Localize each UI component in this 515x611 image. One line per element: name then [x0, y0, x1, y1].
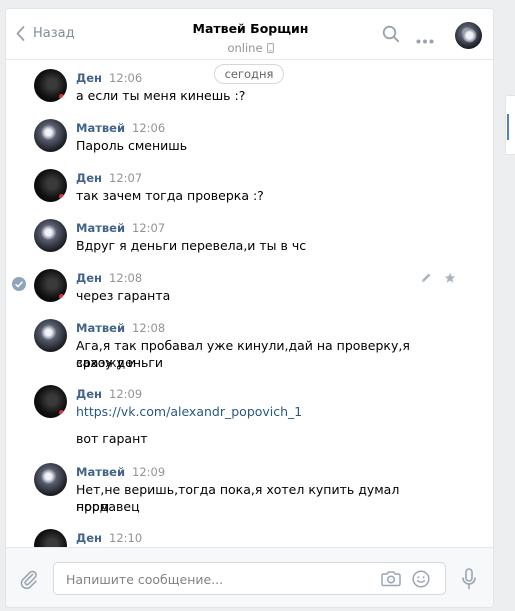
message-input[interactable]: [66, 570, 366, 588]
chat-panel: Назад Матвей Борщин online сегодня Ден 1…: [5, 8, 494, 608]
message-time[interactable]: 12:10: [109, 531, 142, 545]
message-time[interactable]: 12:08: [109, 271, 142, 285]
message-time[interactable]: 12:09: [132, 465, 165, 479]
right-card-edge: [505, 95, 515, 155]
message-text: Вдруг я деньги перевела,и ты в чс: [76, 238, 307, 253]
avatar[interactable]: [34, 219, 67, 252]
author-name[interactable]: Ден: [76, 271, 102, 285]
composer: [6, 547, 493, 607]
author-name[interactable]: Ден: [76, 171, 102, 185]
message-meta: Матвей 12:07: [76, 221, 165, 235]
paperclip-icon: [20, 570, 37, 590]
back-button[interactable]: Назад: [16, 26, 75, 41]
search-button[interactable]: [382, 25, 400, 46]
message-meta: Ден 12:06: [76, 71, 142, 85]
smile-icon: [412, 570, 430, 588]
message-text: через гаранта: [76, 288, 171, 303]
author-name[interactable]: Ден: [76, 71, 102, 85]
star-icon[interactable]: [444, 272, 456, 284]
avatar[interactable]: [34, 119, 67, 152]
author-name[interactable]: Матвей: [76, 321, 125, 335]
emoji-button[interactable]: [412, 570, 430, 591]
avatar[interactable]: [34, 69, 67, 102]
message-meta: Матвей 12:08: [76, 321, 165, 335]
attach-button[interactable]: [20, 569, 38, 592]
message-meta: Ден 12:07: [76, 171, 142, 185]
avatar[interactable]: [34, 463, 67, 496]
message-link[interactable]: https://vk.com/alexandr_popovich_1: [76, 403, 416, 420]
peer-avatar[interactable]: [455, 22, 482, 49]
message-actions: [420, 272, 456, 284]
camera-icon: [381, 571, 401, 587]
message-meta: Ден 12:08: [76, 271, 142, 285]
pencil-icon[interactable]: [420, 272, 432, 284]
microphone-icon: [462, 568, 476, 590]
message-meta: Матвей 12:06: [76, 121, 165, 135]
message-meta: Матвей 12:09: [76, 465, 165, 479]
voice-message-button[interactable]: [461, 568, 477, 593]
avatar[interactable]: [34, 319, 67, 352]
message-time[interactable]: 12:07: [132, 221, 165, 235]
author-name[interactable]: Матвей: [76, 465, 125, 479]
message-input-box[interactable]: [53, 562, 446, 595]
status-text: online: [227, 41, 263, 55]
message-text: так зачем тогда проверка :?: [76, 188, 264, 203]
chat-header: Назад Матвей Борщин online: [6, 9, 493, 60]
message-meta: Ден 12:09: [76, 387, 142, 401]
author-name[interactable]: Матвей: [76, 221, 125, 235]
message-time[interactable]: 12:09: [109, 387, 142, 401]
chevron-left-icon: [16, 26, 25, 41]
more-button[interactable]: [416, 32, 434, 47]
back-label: Назад: [33, 26, 75, 41]
peer-status: online: [227, 41, 274, 55]
avatar[interactable]: [34, 269, 67, 302]
message-text: сразу деньги: [76, 355, 164, 370]
camera-button[interactable]: [381, 570, 401, 590]
message-time[interactable]: 12:07: [109, 171, 142, 185]
more-icon: [416, 39, 434, 44]
message-text: продавец: [76, 499, 140, 514]
search-icon: [382, 25, 400, 43]
message-text: вот гарант: [76, 431, 148, 446]
message-time[interactable]: 12:06: [109, 71, 142, 85]
message-text: а если ты меня кинешь :?: [76, 88, 246, 103]
avatar[interactable]: [34, 169, 67, 202]
author-name[interactable]: Матвей: [76, 121, 125, 135]
message-text: Пароль сменишь: [76, 138, 188, 153]
date-divider: сегодня: [214, 64, 284, 84]
author-name[interactable]: Ден: [76, 531, 102, 545]
message-time[interactable]: 12:06: [132, 121, 165, 135]
avatar[interactable]: [34, 385, 67, 418]
message-meta: Ден 12:10: [76, 531, 142, 545]
phone-icon: [266, 43, 274, 53]
author-name[interactable]: Ден: [76, 387, 102, 401]
check-icon: [15, 280, 23, 287]
message-time[interactable]: 12:08: [132, 321, 165, 335]
select-checkbox[interactable]: [12, 277, 26, 291]
